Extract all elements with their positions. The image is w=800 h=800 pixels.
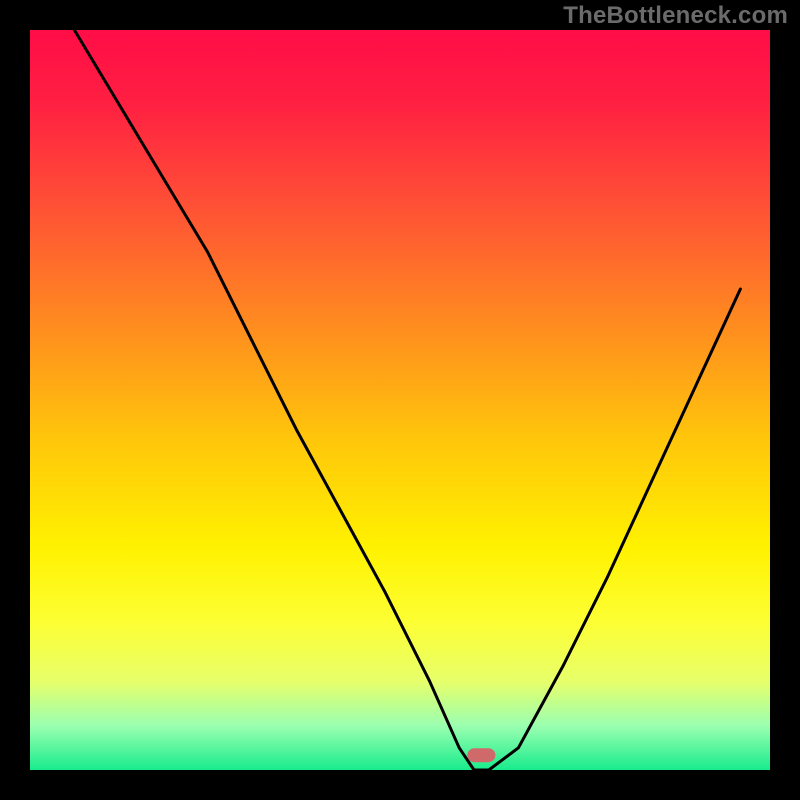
current-marker [467,748,495,762]
chart-frame: TheBottleneck.com [0,0,800,800]
bottleneck-chart [0,0,800,800]
watermark-label: TheBottleneck.com [563,2,788,30]
